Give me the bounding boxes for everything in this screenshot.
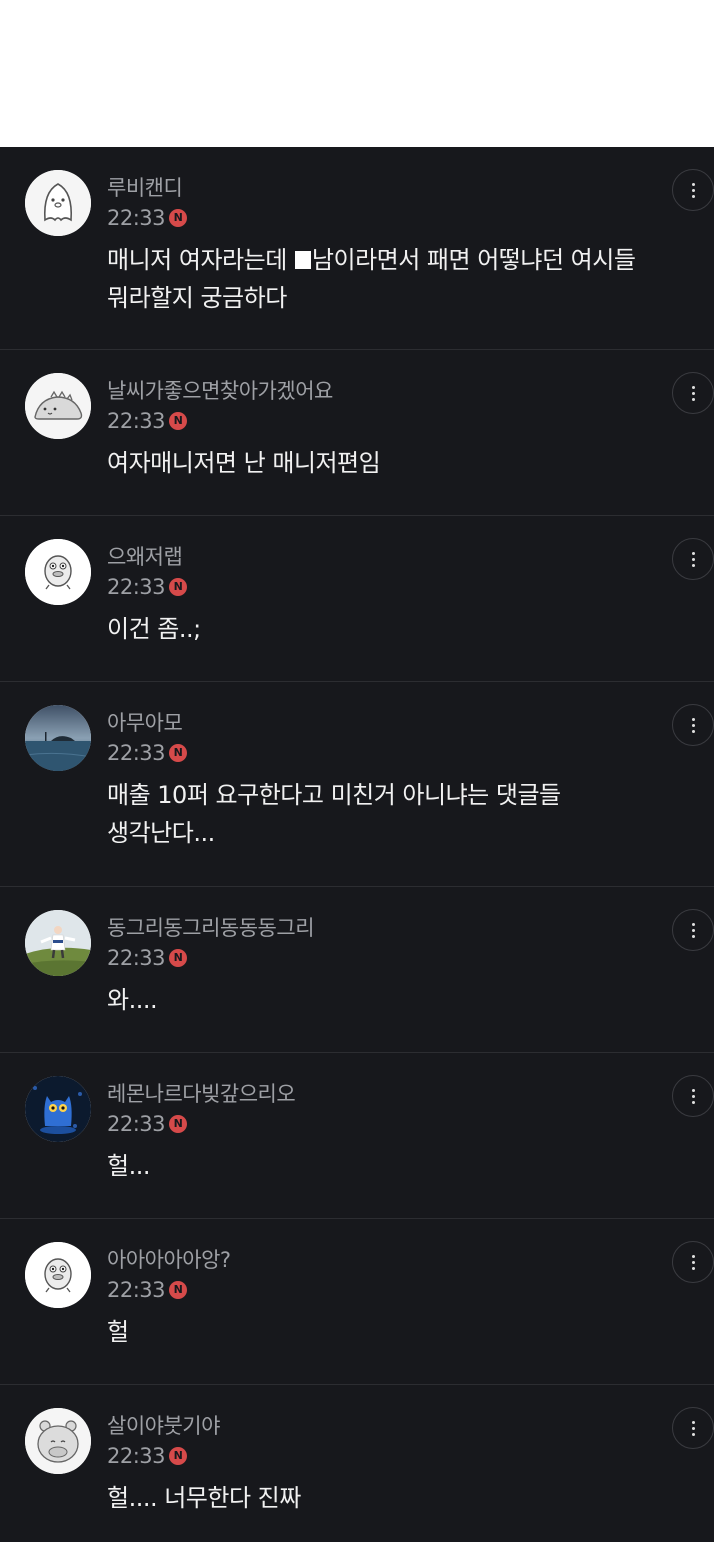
comment-item: 날씨가좋으면찾아가겠어요 22:33 N 여자매니저면 난 매니저편임 xyxy=(0,350,714,516)
comment-nickname[interactable]: 살이야붓기야 xyxy=(107,1411,658,1441)
more-vertical-icon xyxy=(691,716,695,734)
comment-text: 매출 10퍼 요구한다고 미친거 아니냐는 댓글들 생각난다... xyxy=(107,781,561,847)
more-options-button[interactable] xyxy=(672,1241,714,1283)
more-options-button[interactable] xyxy=(672,169,714,211)
comment-item: 살이야붓기야 22:33 N 헐.... 너무한다 진짜 xyxy=(0,1385,714,1542)
new-badge: N xyxy=(169,209,188,227)
more-options-button[interactable] xyxy=(672,538,714,580)
new-badge: N xyxy=(169,1115,188,1133)
comment-nickname[interactable]: 아아아아아앙? xyxy=(107,1245,658,1275)
new-badge: N xyxy=(169,1447,188,1465)
more-options-button[interactable] xyxy=(672,1075,714,1117)
more-vertical-icon xyxy=(691,550,695,568)
more-vertical-icon xyxy=(691,181,695,199)
comment-item: 아무아모 22:33 N 매출 10퍼 요구한다고 미친거 아니냐는 댓글들 생… xyxy=(0,682,714,887)
more-vertical-icon xyxy=(691,384,695,402)
top-blank-area xyxy=(0,0,714,147)
new-badge: N xyxy=(169,949,188,967)
comment-nickname[interactable]: 동그리동그리동동동그리 xyxy=(107,913,658,943)
censored-block xyxy=(294,251,311,269)
comment-nickname[interactable]: 레몬나르다빚갚으리오 xyxy=(107,1079,658,1109)
comment-list: 루비캔디 22:33 N 매니저 여자라는데 남이라면서 패면 어떻냐던 여시들… xyxy=(0,147,714,1542)
comment-nickname[interactable]: 날씨가좋으면찾아가겠어요 xyxy=(107,376,658,406)
comment-text: 이건 좀..; xyxy=(107,615,201,643)
comment-text: 헐 xyxy=(107,1318,129,1346)
new-badge: N xyxy=(169,578,188,596)
comment-time: 22:33 xyxy=(107,409,166,433)
comment-text-part: 매니저 여자라는데 xyxy=(107,246,294,274)
comment-text: 헐... xyxy=(107,1152,150,1180)
comment-time: 22:33 xyxy=(107,1444,166,1468)
comment-time: 22:33 xyxy=(107,1112,166,1136)
new-badge: N xyxy=(169,1281,188,1299)
more-options-button[interactable] xyxy=(672,704,714,746)
avatar-blue-cat-photo[interactable] xyxy=(25,1076,91,1142)
comment-nickname[interactable]: 으왜저랩 xyxy=(107,542,658,572)
comment-text: 헐.... 너무한다 진짜 xyxy=(107,1484,301,1512)
avatar-duck-character[interactable] xyxy=(25,1242,91,1308)
comment-item: 아아아아아앙? 22:33 N 헐 xyxy=(0,1219,714,1385)
comment-item: 동그리동그리동동동그리 22:33 N 와.... xyxy=(0,887,714,1053)
comment-time: 22:33 xyxy=(107,741,166,765)
avatar-dinosaur-character[interactable] xyxy=(25,373,91,439)
more-vertical-icon xyxy=(691,1253,695,1271)
comment-time: 22:33 xyxy=(107,946,166,970)
more-options-button[interactable] xyxy=(672,372,714,414)
more-options-button[interactable] xyxy=(672,909,714,951)
comment-item: 으왜저랩 22:33 N 이건 좀..; xyxy=(0,516,714,682)
new-badge: N xyxy=(169,412,188,430)
comment-item: 루비캔디 22:33 N 매니저 여자라는데 남이라면서 패면 어떻냐던 여시들… xyxy=(0,147,714,350)
bottom-blank-area xyxy=(0,1542,714,1549)
more-vertical-icon xyxy=(691,921,695,939)
comment-text: 여자매니저면 난 매니저편임 xyxy=(107,449,381,477)
avatar-sea-photo[interactable] xyxy=(25,705,91,771)
avatar-duck-character[interactable] xyxy=(25,539,91,605)
comment-text: 매니저 여자라는데 남이라면서 패면 어떻냐던 여시들 뭐라할지 궁금하다 xyxy=(107,241,658,317)
more-vertical-icon xyxy=(691,1087,695,1105)
comment-text: 와.... xyxy=(107,986,158,1014)
avatar-hippo-character[interactable] xyxy=(25,1408,91,1474)
avatar-ghost-character[interactable] xyxy=(25,170,91,236)
comment-nickname[interactable]: 루비캔디 xyxy=(107,173,658,203)
comment-time: 22:33 xyxy=(107,1278,166,1302)
avatar-grass-person-photo[interactable] xyxy=(25,910,91,976)
more-vertical-icon xyxy=(691,1419,695,1437)
comment-time: 22:33 xyxy=(107,206,166,230)
comment-nickname[interactable]: 아무아모 xyxy=(107,708,658,738)
comment-time: 22:33 xyxy=(107,575,166,599)
comment-item: 레몬나르다빚갚으리오 22:33 N 헐... xyxy=(0,1053,714,1219)
new-badge: N xyxy=(169,744,188,762)
more-options-button[interactable] xyxy=(672,1407,714,1449)
